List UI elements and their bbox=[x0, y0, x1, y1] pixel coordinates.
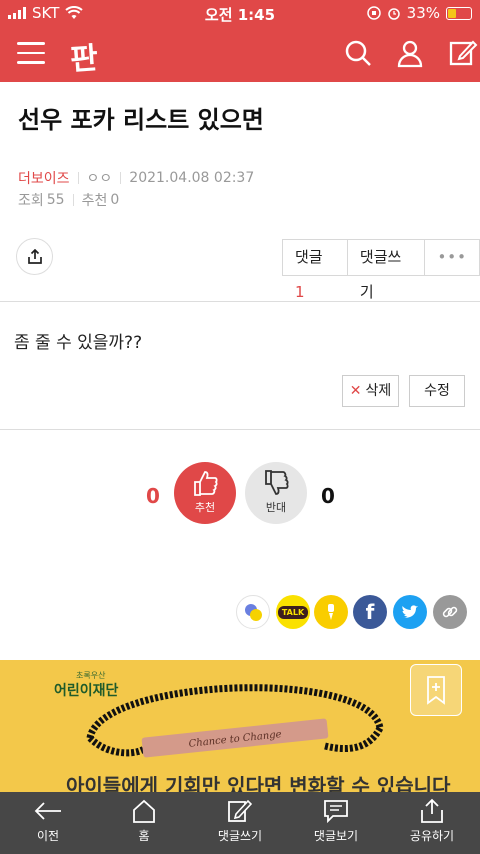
arrow-left-icon bbox=[34, 802, 61, 820]
comments-button[interactable]: 댓글 1 bbox=[283, 240, 348, 301]
comment-button-group: 댓글 1 댓글쓰기 ••• bbox=[282, 239, 480, 301]
home-icon bbox=[133, 799, 155, 823]
views-count: 55 bbox=[46, 192, 65, 208]
alarm-icon bbox=[387, 8, 400, 20]
search-icon[interactable] bbox=[343, 38, 373, 68]
post-body: 좀 줄 수 있을까?? bbox=[14, 333, 143, 353]
user-icon[interactable] bbox=[395, 38, 425, 68]
view-comments-icon bbox=[324, 800, 348, 824]
battery-percent: 33% bbox=[406, 4, 440, 22]
facebook-icon: f bbox=[365, 600, 375, 624]
thumbs-up-icon bbox=[194, 471, 218, 496]
app-header: 판 bbox=[0, 26, 480, 82]
post-stats: 조회 55 추천 0 bbox=[18, 190, 119, 210]
downvote-count: 0 bbox=[321, 484, 335, 508]
nav-share[interactable]: 공유하기 bbox=[384, 792, 480, 854]
kakaotalk-share[interactable]: TALK bbox=[276, 595, 310, 629]
post-date: 2021.04.08 02:37 bbox=[129, 170, 255, 186]
write-comment-icon bbox=[228, 799, 253, 822]
upvote-label: 추천 bbox=[194, 501, 216, 514]
thumbs-down-icon bbox=[265, 470, 289, 495]
edit-button[interactable]: 수정 bbox=[409, 375, 465, 407]
twitter-share[interactable] bbox=[393, 595, 427, 629]
write-icon[interactable] bbox=[448, 38, 478, 68]
app-logo[interactable]: 판 bbox=[68, 33, 98, 79]
kakaotalk-icon: TALK bbox=[277, 605, 309, 619]
ad-banner[interactable]: 초록우산 어린이재단 Chance to Change 아이들에게 기회만 있다… bbox=[0, 660, 480, 792]
share-button[interactable] bbox=[16, 238, 53, 275]
recommend-label: 추천 bbox=[81, 193, 108, 209]
post-meta: 더보이즈 ㅇㅇ 2021.04.08 02:37 bbox=[18, 168, 254, 188]
nav-write-comment[interactable]: 댓글쓰기 bbox=[192, 792, 288, 854]
upvote-button[interactable]: 추천 bbox=[174, 462, 236, 524]
nav-home[interactable]: 홈 bbox=[96, 792, 192, 854]
twitter-icon bbox=[402, 604, 418, 618]
bookmark-icon bbox=[427, 676, 445, 705]
bookmark-button[interactable] bbox=[410, 664, 462, 716]
comments-count: 1 bbox=[295, 283, 305, 301]
nav-back[interactable]: 이전 bbox=[0, 792, 96, 854]
link-icon bbox=[442, 606, 458, 618]
kakaostory-icon bbox=[328, 604, 334, 620]
copy-link-share[interactable] bbox=[433, 595, 467, 629]
share-icon bbox=[421, 798, 443, 823]
nav-home-label: 홈 bbox=[138, 829, 150, 843]
post-author[interactable]: 더보이즈 bbox=[18, 168, 70, 188]
bottom-nav: 이전 홈 댓글쓰기 댓글보기 공유하기 bbox=[0, 792, 480, 854]
write-comment-button[interactable]: 댓글쓰기 bbox=[348, 240, 426, 301]
nav-view-comments[interactable]: 댓글보기 bbox=[288, 792, 384, 854]
downvote-button[interactable]: 반대 bbox=[245, 462, 307, 524]
ad-slogan: 아이들에게 기회만 있다면 변화할 수 있습니다 bbox=[66, 774, 451, 792]
sns-share-generic[interactable] bbox=[236, 595, 270, 629]
close-icon: ✕ bbox=[349, 383, 362, 399]
delete-button[interactable]: ✕ 삭제 bbox=[342, 375, 399, 407]
battery-icon bbox=[446, 6, 472, 20]
recommend-count: 0 bbox=[110, 192, 120, 208]
nav-back-label: 이전 bbox=[36, 829, 60, 843]
kakaostory-share[interactable] bbox=[314, 595, 348, 629]
menu-button[interactable] bbox=[17, 42, 45, 64]
nav-view-comments-label: 댓글보기 bbox=[313, 829, 359, 843]
downvote-label: 반대 bbox=[265, 501, 287, 514]
post-title: 선우 포카 리스트 있으면 bbox=[18, 106, 264, 134]
sns-share-icon bbox=[245, 604, 262, 621]
facebook-share[interactable]: f bbox=[353, 595, 387, 629]
divider bbox=[0, 429, 480, 430]
upvote-count: 0 bbox=[146, 484, 160, 508]
views-label: 조회 bbox=[18, 193, 44, 209]
divider bbox=[0, 301, 480, 302]
post-author-extra: ㅇㅇ bbox=[86, 171, 113, 187]
nav-share-label: 공유하기 bbox=[409, 829, 455, 843]
nav-write-comment-label: 댓글쓰기 bbox=[217, 829, 263, 843]
share-icon bbox=[27, 248, 42, 264]
orientation-lock-icon bbox=[366, 6, 381, 20]
more-button[interactable]: ••• bbox=[425, 240, 479, 275]
bracelet-image: Chance to Change bbox=[86, 684, 384, 758]
status-bar: SKT 오전 1:45 33% bbox=[0, 0, 480, 26]
